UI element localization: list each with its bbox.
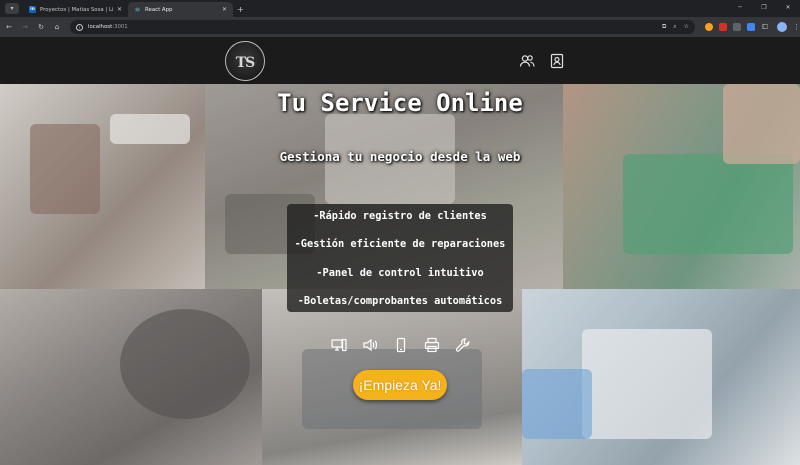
new-tab-button[interactable]: + bbox=[237, 5, 244, 14]
address-bar[interactable]: i localhost:3001 ⧉ ⌕ ☆ bbox=[70, 20, 695, 34]
browser-toolbar: ← → ↻ ⌂ i localhost:3001 ⧉ ⌕ ☆ ⧠ ⋮ bbox=[0, 17, 800, 37]
close-tab-icon[interactable]: ✕ bbox=[222, 6, 227, 13]
bookmark-star-icon[interactable]: ☆ bbox=[684, 23, 689, 31]
device-icons-row bbox=[331, 337, 471, 353]
speaker-icon bbox=[362, 337, 378, 353]
puzzle-icon[interactable]: ⧠ bbox=[761, 23, 769, 31]
app-header: TS bbox=[0, 37, 800, 84]
hero-title: Tu Service Online bbox=[277, 89, 523, 117]
home-icon[interactable]: ⌂ bbox=[50, 23, 64, 31]
feature-item: -Rápido registro de clientes bbox=[313, 210, 487, 222]
extension-icon[interactable] bbox=[705, 23, 713, 31]
restore-icon[interactable]: ❐ bbox=[752, 0, 776, 14]
extensions-area: ⧠ bbox=[705, 23, 769, 31]
close-window-icon[interactable]: ✕ bbox=[776, 0, 800, 14]
browser-menu-icon[interactable]: ⋮ bbox=[793, 23, 800, 31]
computer-icon bbox=[331, 337, 347, 353]
web-page: TS Tu Service Online Gestiona tu negocio… bbox=[0, 37, 800, 465]
minimize-icon[interactable]: ─ bbox=[728, 0, 752, 14]
close-tab-icon[interactable]: ✕ bbox=[117, 6, 122, 13]
extension-icon[interactable] bbox=[747, 23, 755, 31]
install-app-icon[interactable]: ⧉ bbox=[662, 23, 666, 31]
logo-text: TS bbox=[235, 55, 256, 71]
browser-tab-linkedin[interactable]: in Proyectos | Matias Sosa | Linke ✕ bbox=[23, 2, 128, 17]
forward-icon[interactable]: → bbox=[18, 23, 32, 31]
window-controls: ─ ❐ ✕ bbox=[728, 0, 800, 14]
tab-title: React App bbox=[145, 6, 173, 13]
linkedin-icon: in bbox=[29, 6, 36, 13]
zoom-icon[interactable]: ⌕ bbox=[673, 23, 676, 31]
get-started-button[interactable]: ¡Empieza Ya! bbox=[353, 370, 447, 400]
features-box: -Rápido registro de clientes -Gestión ef… bbox=[287, 204, 513, 312]
react-icon: ⚛ bbox=[134, 5, 141, 14]
site-info-icon[interactable]: i bbox=[76, 23, 83, 31]
tab-search-icon[interactable]: ▾ bbox=[5, 3, 19, 14]
contact-card-icon[interactable] bbox=[549, 53, 565, 69]
url-host: localhost bbox=[88, 24, 113, 30]
smartphone-icon bbox=[393, 337, 409, 353]
hero-subtitle: Gestiona tu negocio desde la web bbox=[279, 149, 521, 164]
reload-icon[interactable]: ↻ bbox=[34, 23, 48, 31]
browser-tab-strip: ▾ in Proyectos | Matias Sosa | Linke ✕ ⚛… bbox=[0, 0, 800, 17]
printer-icon bbox=[424, 337, 440, 353]
tab-title: Proyectos | Matias Sosa | Linke bbox=[40, 6, 114, 13]
users-icon[interactable] bbox=[519, 53, 535, 69]
feature-item: -Gestión eficiente de reparaciones bbox=[294, 238, 506, 250]
extension-icon[interactable] bbox=[719, 23, 727, 31]
back-icon[interactable]: ← bbox=[2, 23, 16, 31]
brand-logo[interactable]: TS bbox=[225, 41, 265, 81]
wrench-icon bbox=[455, 337, 471, 353]
extension-icon[interactable] bbox=[733, 23, 741, 31]
profile-avatar[interactable] bbox=[777, 22, 787, 32]
url-port: :3001 bbox=[112, 24, 128, 30]
feature-item: -Boletas/comprobantes automáticos bbox=[297, 295, 503, 307]
feature-item: -Panel de control intuitivo bbox=[316, 267, 484, 279]
browser-tab-react-app[interactable]: ⚛ React App ✕ bbox=[128, 2, 233, 17]
